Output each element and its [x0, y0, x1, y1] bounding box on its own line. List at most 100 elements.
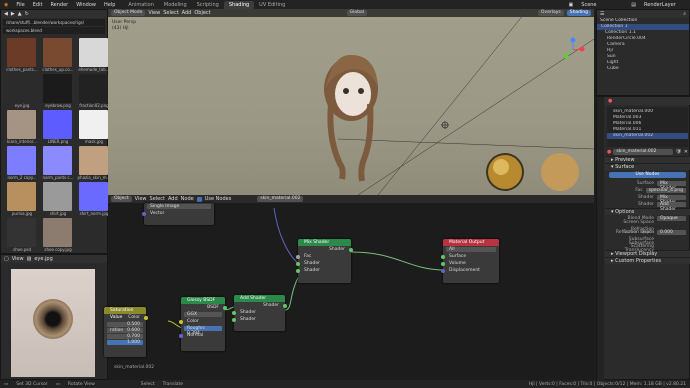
glossy-distribution-select[interactable]: GGX	[184, 312, 222, 317]
material-slot[interactable]: skin_material.002	[607, 133, 688, 139]
tab-animation[interactable]: Animation	[123, 1, 159, 9]
tab-shading[interactable]: Shading	[223, 0, 255, 9]
image-editor-view-menu[interactable]: View	[12, 256, 24, 262]
mix-shader-output-socket[interactable]	[349, 247, 353, 252]
output-target-select[interactable]: All	[446, 247, 496, 252]
material-slot-list[interactable]: skin_material.000 Material.003 Material.00…	[607, 107, 688, 147]
filename-field[interactable]: workspaces.blend	[3, 27, 105, 34]
file-thumbnail[interactable]	[7, 182, 36, 211]
add-shader2-row: Shader	[232, 316, 285, 323]
option-prop-value[interactable]	[657, 244, 663, 250]
outliner-type-icon[interactable]: ☰	[600, 11, 604, 17]
displacement-input-socket[interactable]	[441, 268, 445, 273]
file-name-label: clothes_pants...	[6, 67, 38, 72]
tab-uv-editing[interactable]: UV Editing	[254, 1, 290, 9]
surface-prop-value[interactable]: Add Shader	[657, 201, 686, 212]
volume-input-socket[interactable]	[441, 261, 445, 266]
image-projection-field[interactable]: Single Image	[147, 204, 211, 209]
mix-shader1-socket[interactable]	[296, 261, 300, 266]
file-thumbnail[interactable]	[43, 110, 72, 139]
outliner-item[interactable]: Cube	[597, 66, 689, 72]
vector-input-socket[interactable]	[142, 211, 146, 216]
surface-prop-value[interactable]: Mix Shader	[657, 194, 686, 205]
scene-name[interactable]: Scene	[577, 2, 627, 8]
menu-help[interactable]: Help	[100, 2, 119, 8]
file-thumbnail[interactable]	[7, 110, 36, 139]
file-thumbnail[interactable]	[79, 74, 108, 103]
material-browse-icon[interactable]: ●	[607, 149, 611, 155]
file-thumbnail[interactable]	[43, 146, 72, 175]
add-shader-node[interactable]: Add Shader Shader Shader Shader	[232, 295, 287, 331]
saturation-field-1[interactable]: 0.500	[107, 322, 143, 327]
glossy-output-socket[interactable]	[223, 305, 227, 310]
render-layer-name[interactable]: RenderLayer	[640, 2, 690, 8]
glossy-color-socket[interactable]	[179, 319, 183, 324]
surface-panel[interactable]: ▾ Surface	[605, 163, 690, 170]
glossy-roughness-field[interactable]: Roughn: 0.394	[184, 326, 222, 336]
options-panel[interactable]: ▾ Options	[605, 208, 690, 215]
tab-modeling[interactable]: Modeling	[159, 1, 192, 9]
back-icon[interactable]: ◀	[4, 11, 8, 17]
parent-icon[interactable]: ▲	[18, 11, 22, 17]
file-thumbnail[interactable]	[7, 74, 36, 103]
blender-logo-icon[interactable]: ◉	[0, 2, 12, 8]
option-prop-value[interactable]	[657, 237, 663, 243]
mix-shader-node[interactable]: Mix Shader Shader Fac Shader Shader	[296, 239, 353, 283]
file-thumbnail[interactable]	[43, 74, 72, 103]
menu-render[interactable]: Render	[46, 2, 72, 8]
saturation-field-3[interactable]: 0.700	[107, 334, 143, 339]
option-prop-value[interactable]: 0.000	[657, 229, 686, 236]
surface-prop-value[interactable]: specular_4.png	[645, 187, 686, 194]
refresh-icon[interactable]: ↻	[25, 11, 29, 17]
fake-user-icon[interactable]: 🛡	[675, 149, 681, 155]
saturation-field-4[interactable]: 1.000	[107, 340, 143, 345]
surface-prop-value[interactable]: Mix Shader	[657, 180, 686, 191]
forward-icon[interactable]: ▶	[11, 11, 15, 17]
file-name-label: clothes_up.co...	[42, 67, 74, 72]
surface-prop-row: Fac specular_4.png	[605, 187, 690, 194]
tab-scripting[interactable]: Scripting	[192, 1, 224, 9]
surface-prop-label: Shader	[638, 202, 654, 207]
outliner-filter-icon[interactable]: ⌕	[683, 11, 686, 17]
material-output-node[interactable]: Material Output All Surface Volume Displ…	[441, 239, 499, 283]
add-shader2-socket[interactable]	[232, 317, 236, 322]
viewport-display-panel[interactable]: ▸ Viewport Display	[605, 250, 690, 257]
image-name[interactable]: eye.jpg	[34, 256, 52, 262]
image-texture-node[interactable]: Single Image Vector	[142, 203, 214, 225]
option-prop-value[interactable]	[657, 223, 663, 229]
path-field[interactable]: /share/stuff/...blender/workspaces/rigs/	[3, 19, 105, 26]
menu-window[interactable]: Window	[72, 2, 100, 8]
file-thumbnail[interactable]	[43, 182, 72, 211]
glossy-normal-socket[interactable]	[179, 333, 183, 338]
surface-input-socket[interactable]	[441, 254, 445, 259]
use-nodes-button[interactable]: Use Nodes	[609, 172, 686, 178]
glossy-bsdf-node[interactable]: Glossy BSDF BSDF GGX Color Roughn: 0.394…	[179, 297, 227, 351]
menu-edit[interactable]: Edit	[29, 2, 47, 8]
preview-panel[interactable]: ▸ Preview	[605, 156, 690, 163]
material-name-field[interactable]: skin_material.002	[613, 149, 674, 155]
image-editor-type-icon[interactable]: ▢	[4, 256, 9, 262]
file-thumbnail[interactable]	[43, 218, 72, 247]
mix-fac-socket[interactable]	[296, 254, 300, 259]
navigation-gizmo[interactable]	[560, 37, 586, 63]
file-thumbnail[interactable]	[79, 110, 108, 139]
file-thumbnail[interactable]	[7, 146, 36, 175]
saturation-value-node[interactable]: Saturation Value Color 0.500 ration 0.600…	[104, 307, 148, 357]
file-thumbnail[interactable]	[43, 38, 72, 67]
add-shader-output-socket[interactable]	[283, 303, 287, 308]
file-thumbnail[interactable]	[79, 146, 108, 175]
file-thumbnail[interactable]	[79, 182, 108, 211]
menu-file[interactable]: File	[12, 2, 28, 8]
file-thumbnail[interactable]	[7, 218, 36, 247]
saturation-output-socket[interactable]	[144, 315, 148, 320]
file-thumbnail[interactable]	[7, 38, 36, 67]
3d-viewport[interactable]: Object Mode View Select Add Object Globa…	[108, 9, 594, 195]
file-thumbnail[interactable]	[79, 38, 108, 67]
saturation-field-2[interactable]: ration 0.600	[107, 328, 143, 333]
add-shader1-socket[interactable]	[232, 310, 236, 315]
custom-properties-panel[interactable]: ▸ Custom Properties	[605, 257, 690, 264]
node-editor[interactable]: Object View Select Add Node Use Nodes sk…	[104, 195, 594, 380]
option-prop-value[interactable]: Opaque	[657, 215, 686, 222]
mix-shader2-socket[interactable]	[296, 268, 300, 273]
unlink-icon[interactable]: ✕	[684, 149, 688, 155]
